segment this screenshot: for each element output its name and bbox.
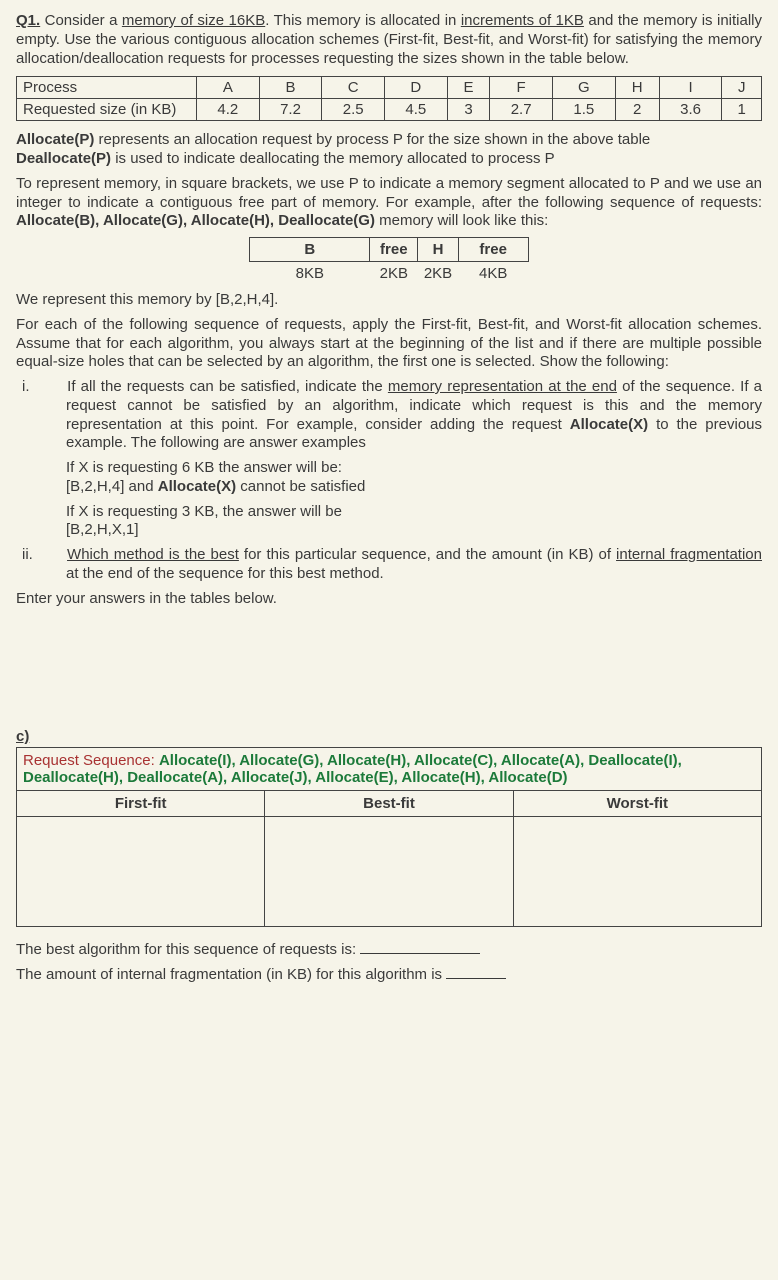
- process-row-label: Process: [17, 77, 197, 99]
- example-3kb: If X is requesting 3 KB, the answer will…: [66, 503, 762, 541]
- item-ii: ii. Which method is the best for this pa…: [44, 546, 762, 584]
- part-c-table: Request Sequence: Allocate(I), Allocate(…: [16, 747, 762, 927]
- mem-intro: To represent memory, in square brackets,…: [16, 175, 762, 231]
- col-best-fit: Best-fit: [265, 791, 513, 817]
- request-sequence-cell: Request Sequence: Allocate(I), Allocate(…: [17, 748, 762, 791]
- part-c: c) Request Sequence: Allocate(I), Alloca…: [16, 728, 762, 985]
- q1-intro: Q1. Consider a memory of size 16KB. This…: [16, 12, 762, 68]
- alloc-dealloc-def: Allocate(P) represents an allocation req…: [16, 131, 762, 169]
- item-i: i. If all the requests can be satisfied,…: [44, 378, 762, 453]
- best-algo-line: The best algorithm for this sequence of …: [16, 941, 762, 960]
- q1-label: Q1.: [16, 12, 40, 29]
- answer-first-fit[interactable]: [17, 817, 265, 927]
- process-table: Process A B C D E F G H I J Requested si…: [16, 76, 762, 121]
- mem-repr-line: We represent this memory by [B,2,H,4].: [16, 291, 762, 310]
- size-row-label: Requested size (in KB): [17, 99, 197, 121]
- fragmentation-blank[interactable]: [446, 978, 506, 979]
- col-first-fit: First-fit: [17, 791, 265, 817]
- part-c-label: c): [16, 728, 29, 745]
- answer-worst-fit[interactable]: [513, 817, 761, 927]
- fragmentation-line: The amount of internal fragmentation (in…: [16, 966, 762, 985]
- enter-answers-line: Enter your answers in the tables below.: [16, 590, 762, 609]
- main-instruction: For each of the following sequence of re…: [16, 316, 762, 372]
- example-6kb: If X is requesting 6 KB the answer will …: [66, 459, 762, 497]
- col-worst-fit: Worst-fit: [513, 791, 761, 817]
- memory-example: B free H free 8KB 2KB 2KB 4KB: [16, 237, 762, 285]
- best-algo-blank[interactable]: [360, 953, 480, 954]
- answer-best-fit[interactable]: [265, 817, 513, 927]
